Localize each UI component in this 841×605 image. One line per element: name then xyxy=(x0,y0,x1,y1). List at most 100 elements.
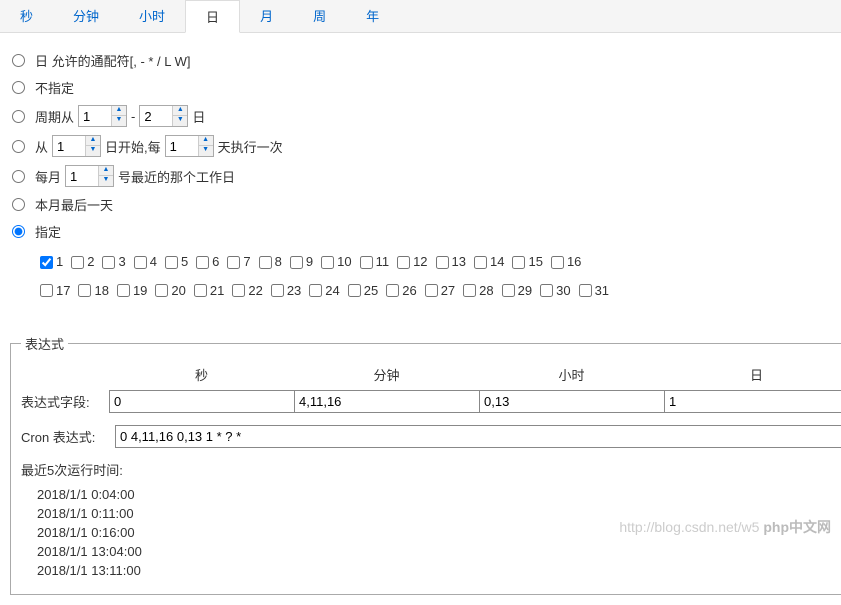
day-label: 17 xyxy=(56,278,70,304)
spinner-up-icon[interactable]: ▲ xyxy=(173,106,187,116)
day-label: 6 xyxy=(212,249,219,275)
day-checkbox-6[interactable] xyxy=(196,256,209,269)
day-checkbox-8[interactable] xyxy=(259,256,272,269)
day-checkbox-27[interactable] xyxy=(425,284,438,297)
tab-小时[interactable]: 小时 xyxy=(119,0,185,32)
radio-wildcard[interactable] xyxy=(12,54,25,67)
monthly-day-input[interactable] xyxy=(66,167,98,186)
expr-field-分钟[interactable] xyxy=(294,390,480,413)
spinner-down-icon[interactable]: ▼ xyxy=(112,116,126,126)
tab-月[interactable]: 月 xyxy=(240,0,293,32)
day-item-19: 19 xyxy=(117,278,147,304)
day-item-5: 5 xyxy=(165,249,188,275)
day-checkbox-14[interactable] xyxy=(474,256,487,269)
monthly-day-spinner[interactable]: ▲▼ xyxy=(65,165,114,187)
day-label: 21 xyxy=(210,278,224,304)
spinner-down-icon[interactable]: ▼ xyxy=(86,146,100,156)
spinner-up-icon[interactable]: ▲ xyxy=(112,106,126,116)
cycle-dash: - xyxy=(131,109,135,124)
spinner-up-icon[interactable]: ▲ xyxy=(199,136,213,146)
tab-日[interactable]: 日 xyxy=(185,0,240,33)
radio-specify[interactable] xyxy=(12,225,25,238)
spinner-down-icon[interactable]: ▼ xyxy=(173,116,187,126)
day-checkbox-28[interactable] xyxy=(463,284,476,297)
start-mid: 日开始,每 xyxy=(105,137,161,156)
day-checkbox-10[interactable] xyxy=(321,256,334,269)
day-label: 22 xyxy=(248,278,262,304)
day-checkbox-4[interactable] xyxy=(134,256,147,269)
day-label: 28 xyxy=(479,278,493,304)
expression-headers: 秒分钟小时日月星期年 xyxy=(21,361,841,388)
option-specify-label: 指定 xyxy=(35,222,61,241)
cycle-from-spinner[interactable]: ▲▼ xyxy=(78,105,127,127)
day-checkbox-3[interactable] xyxy=(102,256,115,269)
day-checkbox-2[interactable] xyxy=(71,256,84,269)
day-checkbox-15[interactable] xyxy=(512,256,525,269)
spinner-up-icon[interactable]: ▲ xyxy=(86,136,100,146)
cron-input[interactable] xyxy=(115,425,841,448)
day-label: 12 xyxy=(413,249,427,275)
spinner-up-icon[interactable]: ▲ xyxy=(99,166,113,176)
day-checkbox-19[interactable] xyxy=(117,284,130,297)
run-time: 2018/1/1 13:04:00 xyxy=(37,544,841,559)
day-checkbox-25[interactable] xyxy=(348,284,361,297)
cycle-to-spinner[interactable]: ▲▼ xyxy=(139,105,188,127)
start-from-input[interactable] xyxy=(53,137,85,156)
radio-unspecified[interactable] xyxy=(12,81,25,94)
day-checkbox-13[interactable] xyxy=(436,256,449,269)
day-checkbox-12[interactable] xyxy=(397,256,410,269)
day-checkbox-18[interactable] xyxy=(78,284,91,297)
expr-header: 日 xyxy=(664,361,841,388)
day-checkbox-21[interactable] xyxy=(194,284,207,297)
radio-cycle[interactable] xyxy=(12,110,25,123)
day-item-8: 8 xyxy=(259,249,282,275)
radio-lastday[interactable] xyxy=(12,198,25,211)
run-time: 2018/1/1 0:04:00 xyxy=(37,487,841,502)
day-checkbox-1[interactable] xyxy=(40,256,53,269)
day-checkbox-17[interactable] xyxy=(40,284,53,297)
radio-monthly[interactable] xyxy=(12,170,25,183)
day-checkbox-16[interactable] xyxy=(551,256,564,269)
expr-header: 分钟 xyxy=(294,361,479,388)
cycle-from-input[interactable] xyxy=(79,107,111,126)
day-item-3: 3 xyxy=(102,249,125,275)
spinner-down-icon[interactable]: ▼ xyxy=(99,176,113,186)
day-checkbox-9[interactable] xyxy=(290,256,303,269)
radio-start[interactable] xyxy=(12,140,25,153)
day-item-18: 18 xyxy=(78,278,108,304)
day-label: 30 xyxy=(556,278,570,304)
tab-年[interactable]: 年 xyxy=(346,0,399,32)
day-item-29: 29 xyxy=(502,278,532,304)
day-checkbox-29[interactable] xyxy=(502,284,515,297)
tab-分钟[interactable]: 分钟 xyxy=(53,0,119,32)
day-checkbox-24[interactable] xyxy=(309,284,322,297)
expression-legend: 表达式 xyxy=(21,334,68,353)
expr-field-日[interactable] xyxy=(664,390,841,413)
spinner-down-icon[interactable]: ▼ xyxy=(199,146,213,156)
day-checkbox-11[interactable] xyxy=(360,256,373,269)
day-label: 8 xyxy=(275,249,282,275)
day-checkbox-20[interactable] xyxy=(155,284,168,297)
day-label: 26 xyxy=(402,278,416,304)
day-checkbox-31[interactable] xyxy=(579,284,592,297)
day-checkbox-5[interactable] xyxy=(165,256,178,269)
day-label: 4 xyxy=(150,249,157,275)
day-label: 15 xyxy=(528,249,542,275)
day-checkbox-22[interactable] xyxy=(232,284,245,297)
expr-field-秒[interactable] xyxy=(109,390,295,413)
day-checkbox-26[interactable] xyxy=(386,284,399,297)
day-item-25: 25 xyxy=(348,278,378,304)
day-checkbox-7[interactable] xyxy=(227,256,240,269)
day-checkbox-30[interactable] xyxy=(540,284,553,297)
expr-field-小时[interactable] xyxy=(479,390,665,413)
start-prefix: 从 xyxy=(35,137,48,156)
start-from-spinner[interactable]: ▲▼ xyxy=(52,135,101,157)
tab-周[interactable]: 周 xyxy=(293,0,346,32)
day-item-31: 31 xyxy=(579,278,609,304)
expression-fieldset: 表达式 秒分钟小时日月星期年 表达式字段: Cron 表达式: 反解析到UI 最… xyxy=(10,334,841,595)
cycle-to-input[interactable] xyxy=(140,107,172,126)
start-every-input[interactable] xyxy=(166,137,198,156)
start-every-spinner[interactable]: ▲▼ xyxy=(165,135,214,157)
tab-秒[interactable]: 秒 xyxy=(0,0,53,32)
day-checkbox-23[interactable] xyxy=(271,284,284,297)
